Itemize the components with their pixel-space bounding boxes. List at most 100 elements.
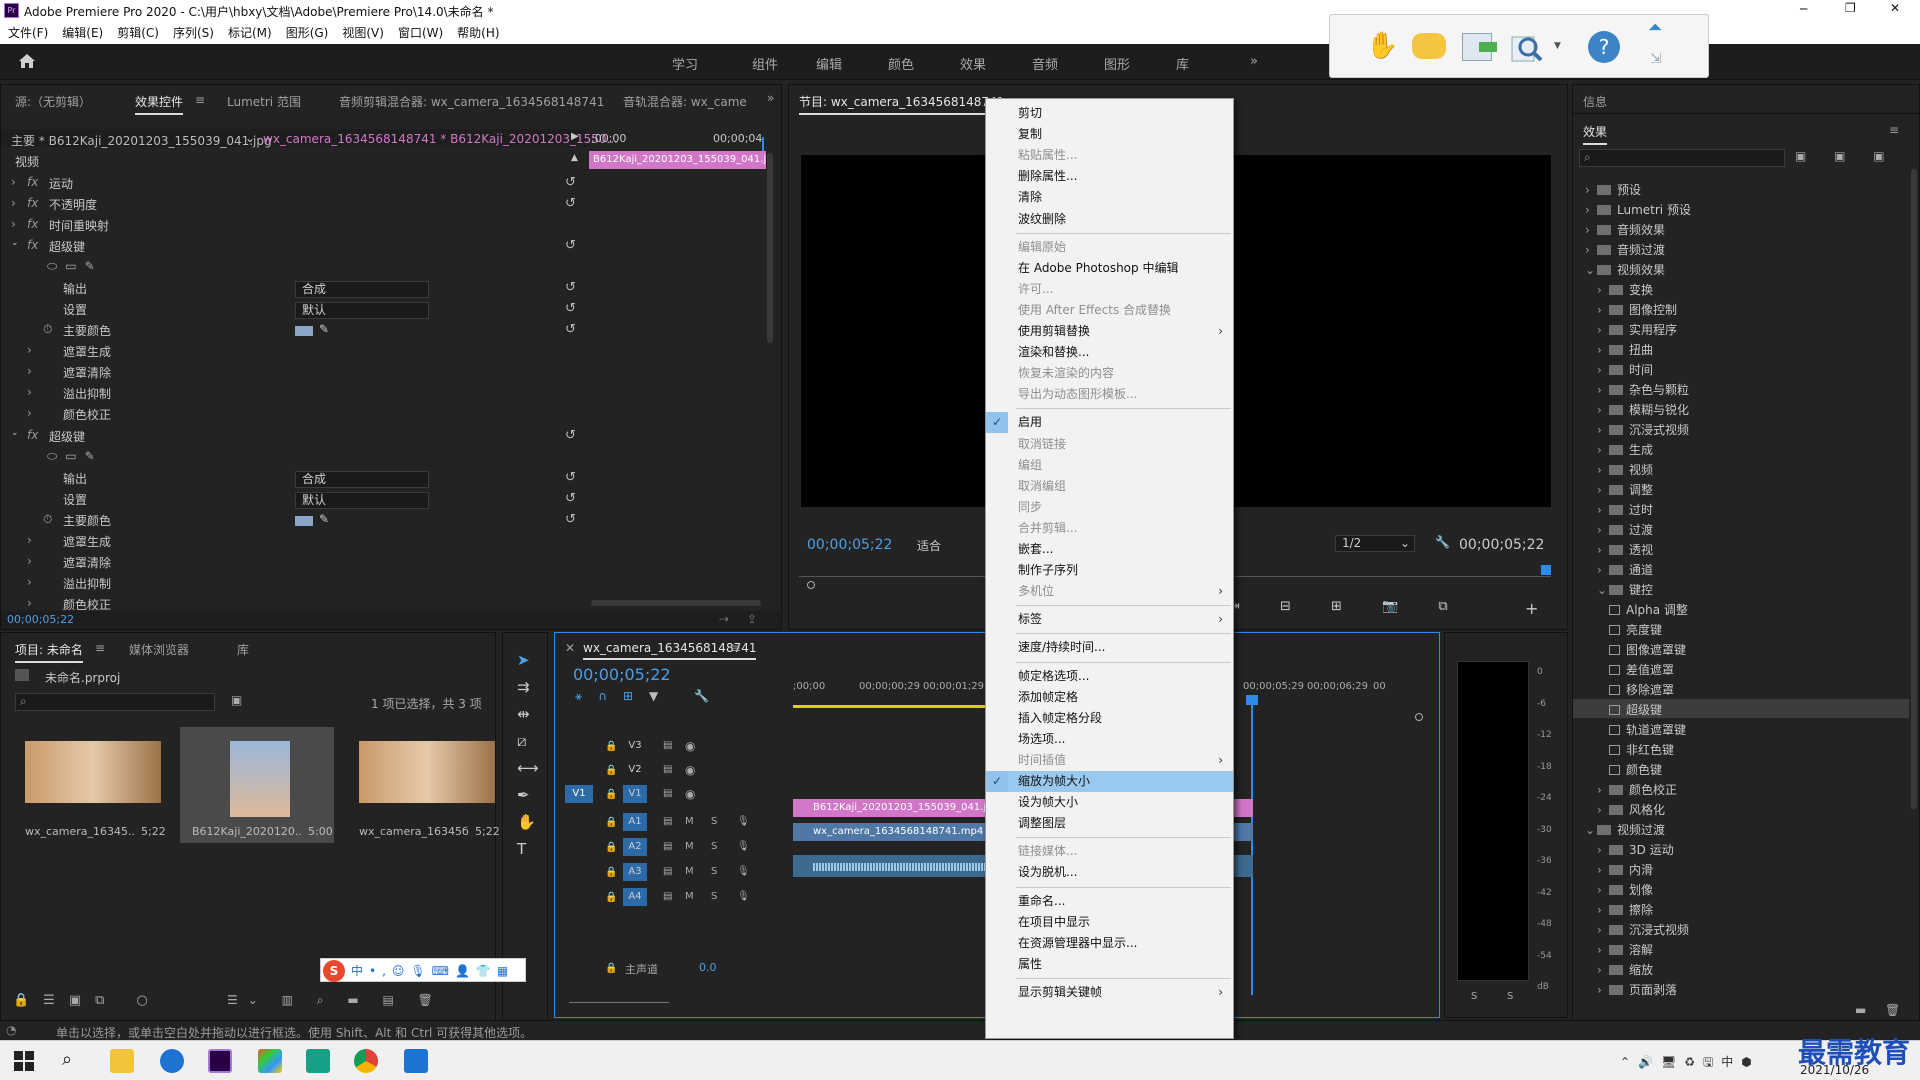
chevron-right-icon[interactable]: ›	[27, 596, 32, 617]
film-icon[interactable]: ▤	[663, 788, 672, 799]
chevron-right-icon[interactable]: ›	[1597, 363, 1609, 377]
dropdown-arrow-icon[interactable]: ▼	[1554, 41, 1561, 51]
context-menu-item[interactable]: ✓ 启用	[986, 412, 1233, 434]
ec-key-color[interactable]: 主要颜色	[63, 512, 111, 533]
chevron-right-icon[interactable]: ›	[1597, 903, 1609, 917]
effect-tree-item[interactable]: › 过时	[1597, 501, 1653, 518]
new-search-bin-icon[interactable]: ▣	[231, 693, 242, 707]
ec-scrollbar[interactable]	[767, 153, 773, 343]
add-button-icon[interactable]: +	[1525, 599, 1538, 618]
menu-item[interactable]: 视图(V)	[342, 22, 384, 44]
menu-item[interactable]: 序列(S)	[173, 22, 214, 44]
mic-icon[interactable]: 🎙	[737, 866, 750, 877]
chevron-right-icon[interactable]: ›	[1597, 923, 1609, 937]
type-tool-icon[interactable]: T	[517, 840, 526, 858]
chevron-right-icon[interactable]: ›	[1597, 563, 1609, 577]
project-search-input[interactable]: ⌕	[15, 693, 215, 711]
menu-item[interactable]: 标记(M)	[228, 22, 272, 44]
fit-dropdown[interactable]: 适合	[917, 537, 941, 554]
project-tab[interactable]: 项目: 未命名	[15, 641, 83, 663]
media-player-icon[interactable]	[306, 1049, 330, 1073]
lock-icon[interactable]: 🔒	[605, 817, 617, 828]
chevron-right-icon[interactable]: ›	[1597, 883, 1609, 897]
effect-tree-item[interactable]: 颜色键	[1609, 761, 1662, 778]
ec-opacity[interactable]: 不透明度	[49, 196, 97, 217]
chevron-right-icon[interactable]: ›	[1585, 243, 1597, 257]
menu-icon[interactable]: ≡	[195, 93, 205, 107]
ec-motion[interactable]: 运动	[49, 175, 73, 196]
chevron-right-icon[interactable]: ›	[1597, 463, 1609, 477]
lock-icon[interactable]: 🔒	[605, 842, 617, 853]
effects-search-input[interactable]: ⌕	[1579, 149, 1785, 167]
menu-item[interactable]: 图形(G)	[286, 22, 329, 44]
tab-info[interactable]: 信息	[1583, 93, 1607, 110]
ec-ultra-key[interactable]: 超级键	[49, 238, 85, 259]
pen-icon[interactable]: ✒	[517, 786, 530, 804]
context-menu-item[interactable]: 制作子序列	[986, 560, 1233, 581]
maximize-button[interactable]: ❐	[1845, 1, 1856, 15]
zoom-icon[interactable]	[1510, 31, 1546, 63]
effect-tree-item[interactable]: › 生成	[1597, 441, 1653, 458]
chevron-down-icon[interactable]: ⌄	[11, 428, 19, 449]
settings-dropdown[interactable]: 默认	[295, 302, 429, 319]
master-clip-label[interactable]: 主要 * B612Kaji_20201203_155039_041.jpg	[11, 132, 272, 153]
tab-lumetri[interactable]: Lumetri 范围	[227, 93, 301, 110]
effect-tree-item[interactable]: 图像遮罩键	[1609, 641, 1686, 658]
effect-tree-item[interactable]: Alpha 调整	[1609, 601, 1688, 618]
film-icon[interactable]: ▤	[663, 816, 672, 827]
effect-tree-item[interactable]: › 页面剥落	[1597, 981, 1677, 998]
effect-tree-item[interactable]: › 调整	[1597, 481, 1653, 498]
effect-tree-item[interactable]: › 通道	[1597, 561, 1653, 578]
ec-time-remap[interactable]: 时间重映射	[49, 217, 109, 238]
effect-tree-item[interactable]: › 擦除	[1597, 901, 1653, 918]
film-icon[interactable]: ▤	[663, 841, 672, 852]
effect-tree-item[interactable]: › 划像	[1597, 881, 1653, 898]
chevron-right-icon[interactable]: ›	[1597, 863, 1609, 877]
chevron-right-icon[interactable]: ›	[1597, 343, 1609, 357]
output-dropdown[interactable]: 合成	[295, 471, 429, 488]
film-icon[interactable]: ▤	[663, 891, 672, 902]
effect-tree-item[interactable]: ⌄ 键控	[1597, 581, 1653, 598]
output-dropdown[interactable]: 合成	[295, 281, 429, 298]
tab-effect-controls[interactable]: 效果控件	[135, 93, 184, 115]
play-icon[interactable]: ▶	[571, 131, 579, 152]
chevron-right-icon[interactable]: ›	[27, 575, 32, 596]
context-menu-item[interactable]: 在资源管理器中显示...	[986, 933, 1233, 954]
sequence-clip-label[interactable]: wx_camera_1634568148741 * B612Kaji_20201…	[263, 132, 618, 153]
ec-matte-cleanup[interactable]: 遮罩清除	[63, 364, 111, 385]
file-explorer-icon[interactable]	[110, 1049, 134, 1073]
wrench-icon[interactable]: 🔧	[1435, 535, 1450, 549]
effect-tree-item[interactable]: › 杂色与颗粒	[1597, 381, 1689, 398]
chevron-right-icon[interactable]: ›	[1597, 783, 1609, 797]
workspace-tab[interactable]: 库	[1176, 54, 1189, 73]
reset-icon[interactable]: ↺	[565, 175, 576, 190]
track-label[interactable]: A3	[623, 863, 647, 881]
lock-icon[interactable]: 🔒	[605, 741, 617, 752]
project-tab[interactable]: 媒体浏览器	[129, 641, 189, 658]
chevron-right-icon[interactable]: ›	[1585, 203, 1597, 217]
chevron-down-icon[interactable]: ⌄	[1597, 583, 1609, 597]
reset-icon[interactable]: ↺	[565, 196, 576, 211]
lock-icon[interactable]: 🔒	[605, 789, 617, 800]
collapse-icon[interactable]: ⏶	[1648, 17, 1662, 38]
context-menu-item[interactable]: 调整图层	[986, 813, 1233, 834]
context-menu-item[interactable]: 在项目中显示	[986, 912, 1233, 933]
effect-tree-item[interactable]: 差值遮罩	[1609, 661, 1674, 678]
ec-spill[interactable]: 溢出抑制	[63, 385, 111, 406]
chevron-right-icon[interactable]: ›	[1585, 223, 1597, 237]
solo-button[interactable]: S	[711, 891, 717, 902]
effect-tree-item[interactable]: › 音频效果	[1585, 221, 1665, 238]
chevron-right-icon[interactable]: ›	[1597, 283, 1609, 297]
sogou-logo-icon[interactable]: S	[323, 960, 345, 982]
thumbnail[interactable]	[359, 741, 495, 803]
source-patch-v1[interactable]: V1	[565, 785, 593, 803]
solo-button[interactable]: S	[711, 841, 717, 852]
accelerated-effects-icon[interactable]: ▣ ▣ ▣	[1795, 149, 1897, 163]
workspace-tab[interactable]: 效果	[960, 54, 986, 73]
chevron-right-icon[interactable]: ›	[1597, 383, 1609, 397]
ec-output-label[interactable]: 输出	[63, 470, 87, 491]
reset-icon[interactable]: ↺	[565, 301, 576, 316]
stopwatch-icon[interactable]: ⏱	[43, 512, 52, 533]
effect-tree-item[interactable]: › 音频过渡	[1585, 241, 1665, 258]
photos-icon[interactable]	[258, 1049, 282, 1073]
